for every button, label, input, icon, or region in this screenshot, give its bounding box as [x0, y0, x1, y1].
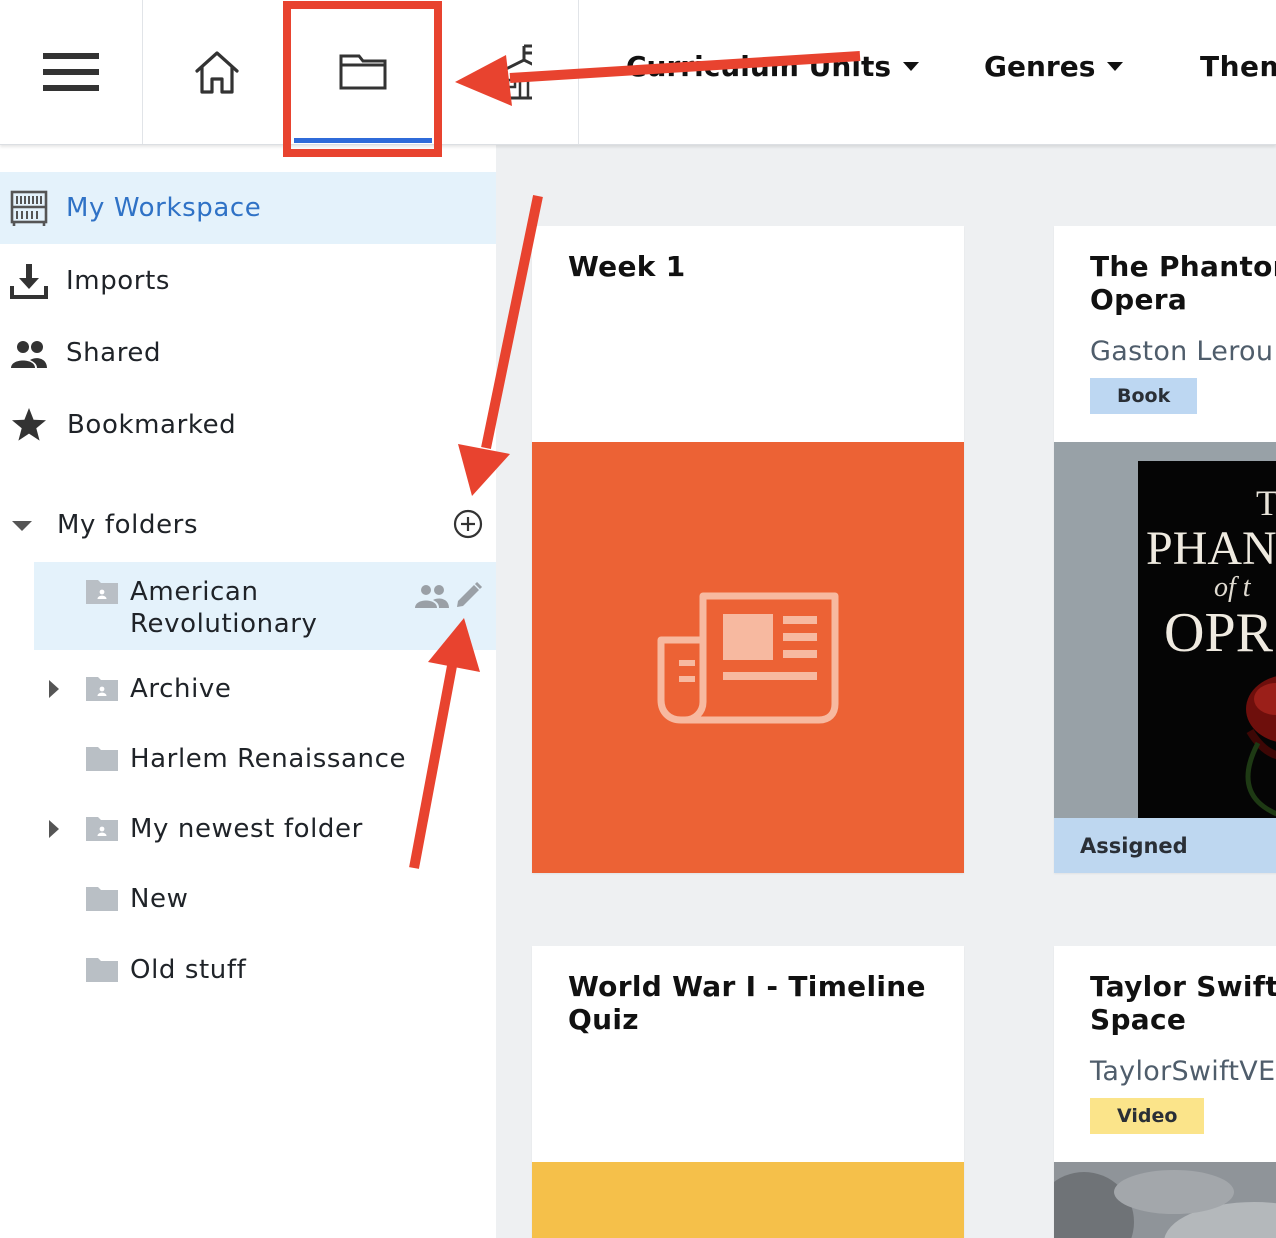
type-badge: Video — [1090, 1098, 1205, 1134]
folder-icon — [86, 887, 118, 911]
newspaper-icon — [657, 592, 839, 724]
folder-item-old-stuff[interactable]: Old stuff — [34, 951, 496, 991]
school-button[interactable] — [436, 0, 579, 144]
card-title: World War I - Timeline Quiz — [568, 970, 926, 1036]
video-thumbnail — [1054, 1162, 1276, 1238]
type-badge: Book — [1090, 378, 1198, 414]
folder-item-harlem-renaissance[interactable]: Harlem Renaissance — [34, 740, 496, 780]
sidebar-item-shared[interactable]: Shared — [0, 317, 496, 389]
folder-item-my-newest-folder[interactable]: My newest folder — [34, 810, 496, 850]
assigned-status: Assigned — [1054, 818, 1276, 873]
folder-item-archive[interactable]: Archive — [34, 670, 496, 710]
download-icon — [10, 264, 48, 299]
hamburger-icon — [43, 53, 99, 91]
menu-button[interactable] — [0, 0, 143, 144]
nav-curriculum-units[interactable]: Curriculum Units — [626, 50, 920, 83]
book-cover-art: Th PHAN of t OPR — [1146, 483, 1276, 817]
expand-triangle-icon[interactable] — [49, 820, 59, 838]
sidebar-item-bookmarked[interactable]: Bookmarked — [0, 389, 496, 461]
expand-triangle-icon[interactable] — [49, 680, 59, 698]
add-folder-icon[interactable] — [453, 509, 483, 539]
folder-label: Harlem Renaissance — [130, 744, 407, 774]
card-author: TaylorSwiftVE — [1090, 1056, 1276, 1087]
folder-icon — [86, 747, 118, 771]
sidebar-item-imports[interactable]: Imports — [0, 245, 496, 317]
content-card-phantom-opera[interactable]: The Phantom Opera Gaston Lerou Book Th P… — [1054, 226, 1276, 873]
shared-folder-icon — [86, 580, 118, 604]
nav-themes-label: Them — [1200, 50, 1276, 83]
content-grid: Week 1 The Phantom Opera Gaston Lerou — [496, 145, 1276, 1238]
nav-genres[interactable]: Genres — [984, 50, 1124, 83]
folder-label: Old stuff — [130, 955, 247, 985]
card-title: Week 1 — [568, 250, 686, 283]
folder-label: My newest folder — [130, 814, 363, 844]
book-cover-image: Th PHAN of t OPR — [1138, 461, 1276, 818]
top-navigation-bar: Curriculum Units Genres Them — [0, 0, 1276, 145]
star-icon — [12, 408, 46, 441]
cover-text-line: OPR — [1164, 602, 1274, 664]
sidebar-item-label: Shared — [66, 338, 162, 368]
collapse-triangle-icon[interactable] — [12, 521, 32, 531]
card-thumbnail — [532, 1162, 964, 1238]
folder-label: Archive — [130, 674, 232, 704]
folder-icon — [86, 958, 118, 982]
bookshelf-icon — [10, 190, 48, 226]
sidebar-item-label: Bookmarked — [67, 410, 237, 440]
folder-icon — [339, 54, 387, 90]
folder-tab-button[interactable] — [290, 0, 436, 144]
sidebar-item-my-workspace[interactable]: My Workspace — [0, 172, 496, 244]
cover-text-line: Th — [1256, 483, 1276, 523]
cover-text-line: of t — [1214, 572, 1252, 603]
nav-curriculum-units-label: Curriculum Units — [626, 50, 892, 83]
folder-item-new[interactable]: New — [34, 880, 496, 920]
shared-folder-icon — [86, 817, 118, 841]
chevron-down-icon — [903, 62, 920, 71]
card-title: The Phantom Opera — [1090, 250, 1276, 316]
card-thumbnail — [532, 442, 964, 873]
my-folders-label: My folders — [57, 510, 199, 540]
school-icon — [498, 44, 532, 100]
home-icon — [194, 51, 239, 94]
pencil-icon[interactable] — [455, 581, 483, 609]
active-tab-indicator — [294, 138, 432, 143]
home-button[interactable] — [143, 0, 290, 144]
content-card-week-1[interactable]: Week 1 — [532, 226, 964, 873]
folder-label: New — [130, 884, 189, 914]
folder-label: American Revolutionary — [130, 577, 318, 639]
sidebar: My Workspace Imports Shared Bookmarked M… — [0, 145, 496, 1238]
sidebar-item-label: My Workspace — [66, 193, 262, 223]
card-thumbnail: Th PHAN of t OPR — [1054, 442, 1276, 818]
nav-themes[interactable]: Them — [1200, 50, 1276, 83]
shared-people-icon[interactable] — [415, 583, 449, 609]
content-card-taylor-swift-space[interactable]: Taylor Swift - Space TaylorSwiftVE Video — [1054, 946, 1276, 1238]
card-author: Gaston Lerou — [1090, 336, 1274, 367]
cover-text-line: PHAN — [1146, 522, 1276, 575]
chevron-down-icon — [1107, 62, 1124, 71]
people-icon — [11, 341, 47, 368]
card-title: Taylor Swift - Space — [1090, 970, 1276, 1036]
sidebar-item-label: Imports — [66, 266, 171, 296]
nav-genres-label: Genres — [984, 50, 1096, 83]
folder-item-american-revolutionary[interactable]: American Revolutionary — [34, 562, 496, 650]
content-card-wwi-timeline-quiz[interactable]: World War I - Timeline Quiz — [532, 946, 964, 1238]
shared-folder-icon — [86, 677, 118, 701]
my-folders-header: My folders — [0, 490, 496, 560]
